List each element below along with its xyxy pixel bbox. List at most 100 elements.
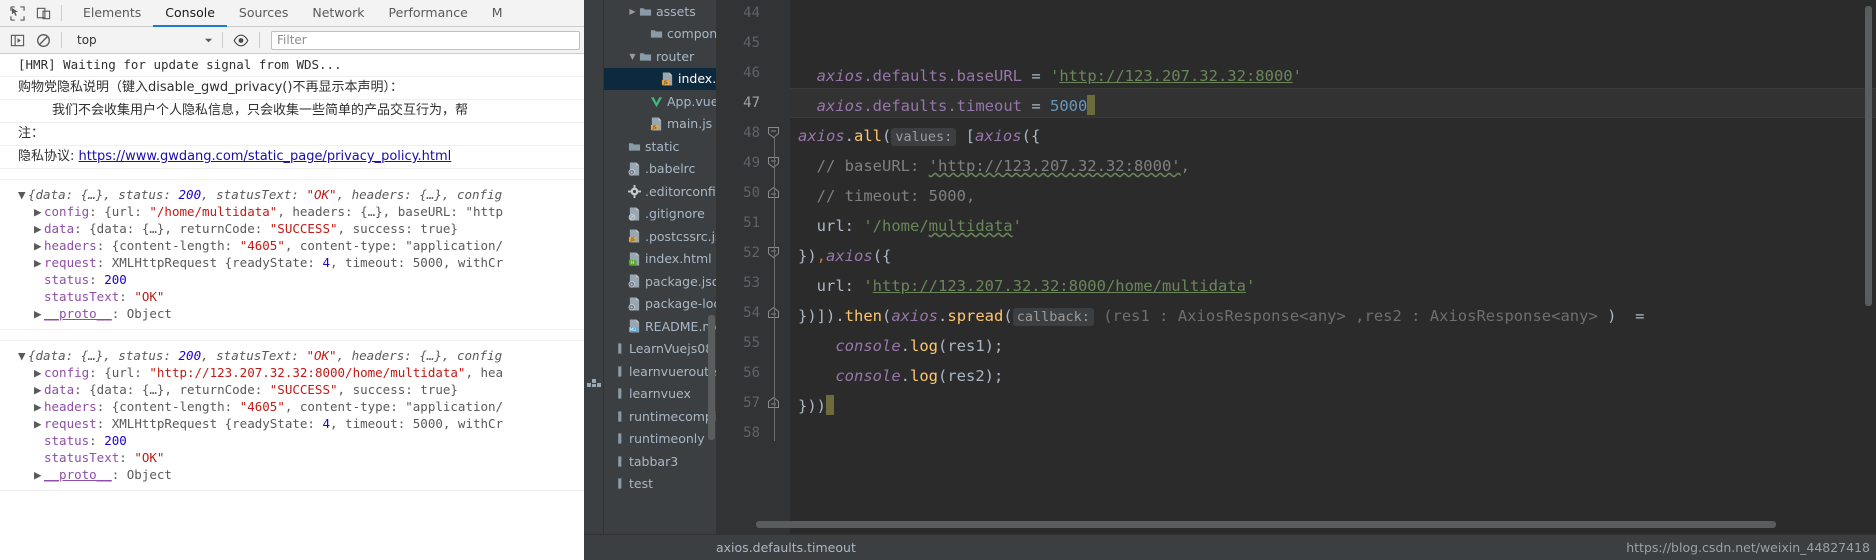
console-message-hmr[interactable]: [HMR] Waiting for update signal from WDS… [0, 54, 584, 77]
tree-item-app-vue[interactable]: App.vue [604, 90, 716, 113]
tree-item-static[interactable]: static [604, 135, 716, 158]
console-object-group[interactable]: ▼ {data: {…}, status: 200, statusText: "O… [0, 180, 584, 330]
editor-code-area[interactable]: axios.defaults.baseURL = 'http://123.207… [790, 0, 1876, 560]
editor-gutter[interactable]: 44 45 46 47 48 49 50 51 52 53 54 55 56 57 58 [716, 0, 790, 560]
tree-item-postcssrc-js[interactable]: JS .postcssrc.js [604, 225, 716, 248]
tree-item-readme-md[interactable]: MD README.md [604, 315, 716, 338]
project-tree[interactable]: ▶ assets components ▼ router JS index.js App.vu… [604, 0, 716, 560]
object-property-row[interactable]: ▶ __proto__: Object [0, 305, 584, 322]
code-line[interactable]: })]).then(axios.spread(callback: (res1 :… [798, 301, 1644, 332]
object-property-row[interactable]: ▶ request: XMLHttpRequest {readyState: 4,… [0, 254, 584, 271]
inspect-element-icon[interactable] [4, 2, 30, 24]
console-message-list[interactable]: [HMR] Waiting for update signal from WDS… [0, 54, 584, 491]
code-line[interactable]: })) [798, 391, 834, 421]
console-object-group[interactable]: ▼ {data: {…}, status: 200, statusText: "O… [0, 341, 584, 491]
code-line[interactable]: console.log(res1); [798, 331, 1003, 361]
line-number[interactable]: 53 [743, 275, 760, 291]
object-property-row[interactable]: ▶ __proto__: Object [0, 466, 584, 483]
object-group-header[interactable]: ▼ {data: {…}, status: 200, statusText: "O… [0, 186, 584, 203]
code-token: ({ [1021, 127, 1041, 145]
tree-item-index-js[interactable]: JS index.js [604, 67, 716, 90]
tab-memory[interactable]: M [480, 0, 515, 27]
code-editor[interactable]: 44 45 46 47 48 49 50 51 52 53 54 55 56 57 58 axios.def… [716, 0, 1876, 560]
code-line[interactable]: axios.defaults.timeout = 5000 [798, 91, 1096, 121]
object-property-row[interactable]: ▶ data: {data: {…}, returnCode: "SUCCESS"… [0, 220, 584, 237]
object-property-row[interactable]: ▶ config: {url: "http://123.207.32.32:800… [0, 364, 584, 381]
tree-item-learnvuerouter[interactable]: learnvuerouter [604, 360, 716, 383]
tree-item-assets[interactable]: ▶ assets [604, 0, 716, 23]
live-expression-icon[interactable] [228, 29, 254, 51]
code-line[interactable]: // baseURL: 'http://123.207.32.32:8000', [798, 151, 1190, 181]
console-message[interactable]: 我们不会收集用户个人隐私信息，只会收集一些简单的产品交互行为，帮 [0, 100, 584, 123]
tab-elements[interactable]: Elements [71, 0, 153, 27]
tree-item-gitignore[interactable]: .gitignore [604, 203, 716, 226]
line-number[interactable]: 44 [743, 5, 760, 21]
console-filter-input[interactable] [271, 30, 580, 50]
editor-vertical-scrollbar[interactable] [1865, 6, 1872, 306]
chevron-down-icon[interactable]: ▼ [626, 52, 639, 61]
console-message[interactable]: 注： [0, 123, 584, 146]
tree-item-editorconfig[interactable]: .editorconfig [604, 180, 716, 203]
chevron-right-icon[interactable]: ▶ [626, 7, 639, 16]
code-line[interactable]: }),axios({ [798, 241, 891, 271]
tree-item-test[interactable]: test [604, 473, 716, 496]
privacy-policy-link[interactable]: https://www.gwdang.com/static_page/priva… [79, 149, 452, 164]
tree-scrollbar[interactable] [708, 315, 715, 440]
object-property-row[interactable]: status: 200 [0, 432, 584, 449]
code-line[interactable]: // timeout: 5000, [798, 181, 976, 211]
object-property-row[interactable]: ▶ headers: {content-length: "4605", conte… [0, 237, 584, 254]
line-number[interactable]: 56 [743, 365, 760, 381]
line-number[interactable]: 57 [743, 395, 760, 411]
object-property-row[interactable]: status: 200 [0, 271, 584, 288]
tab-console[interactable]: Console [153, 0, 227, 27]
code-line[interactable]: url: 'http://123.207.32.32:8000/home/mul… [798, 271, 1256, 301]
editor-horizontal-scrollbar[interactable] [756, 521, 1776, 528]
line-number[interactable]: 46 [743, 65, 760, 81]
code-line[interactable]: console.log(res2); [798, 361, 1003, 391]
code-line[interactable]: axios.all(values: [axios({ [798, 121, 1040, 152]
object-property-row[interactable]: ▶ data: {data: {…}, returnCode: "SUCCESS"… [0, 381, 584, 398]
tree-item-package-lock-jso[interactable]: package-lock.jso [604, 293, 716, 316]
clear-console-icon[interactable] [30, 29, 56, 51]
tab-network[interactable]: Network [300, 0, 376, 27]
tree-item-components[interactable]: components [604, 23, 716, 46]
console-message-privacy-link[interactable]: 隐私协议: https://www.gwdang.com/static_page… [0, 146, 584, 169]
module-icon [617, 410, 625, 423]
object-group-header[interactable]: ▼ {data: {…}, status: 200, statusText: "O… [0, 347, 584, 364]
object-property-row[interactable]: ▶ request: XMLHttpRequest {readyState: 4,… [0, 415, 584, 432]
line-number[interactable]: 48 [743, 125, 760, 141]
object-property-row[interactable]: statusText: "OK" [0, 288, 584, 305]
code-line[interactable]: url: '/home/multidata' [798, 211, 1022, 241]
console-message[interactable]: 购物党隐私说明（键入disable_gwd_privacy()不再显示本声明）： [0, 77, 584, 100]
structure-grid-icon[interactable] [587, 375, 601, 389]
code-line[interactable]: axios.defaults.baseURL = 'http://123.207… [798, 61, 1302, 91]
line-number[interactable]: 45 [743, 35, 760, 51]
line-number[interactable]: 58 [743, 425, 760, 441]
line-number[interactable]: 47 [743, 95, 760, 111]
show-console-sidebar-icon[interactable] [4, 29, 30, 51]
object-property-row[interactable]: ▶ config: {url: "/home/multidata", header… [0, 203, 584, 220]
tree-item-babelrc[interactable]: .babelrc [604, 158, 716, 181]
tree-item-tabbar3[interactable]: tabbar3 [604, 450, 716, 473]
tree-item-package-json[interactable]: package.json [604, 270, 716, 293]
line-number[interactable]: 50 [743, 185, 760, 201]
line-number[interactable]: 54 [743, 305, 760, 321]
console-context-selector[interactable]: top [69, 31, 217, 50]
tree-item-main-js[interactable]: JS main.js [604, 113, 716, 136]
tab-performance[interactable]: Performance [377, 0, 480, 27]
object-property-row[interactable]: statusText: "OK" [0, 449, 584, 466]
line-number[interactable]: 49 [743, 155, 760, 171]
object-property-row[interactable]: ▶ headers: {content-length: "4605", conte… [0, 398, 584, 415]
line-number[interactable]: 55 [743, 335, 760, 351]
tree-item-runtimeonly[interactable]: runtimeonly [604, 428, 716, 451]
row-spacer [34, 449, 44, 466]
tree-item-learnvuex[interactable]: learnvuex [604, 383, 716, 406]
tree-item-runtimecompiler[interactable]: runtimecompiler [604, 405, 716, 428]
tree-item-router[interactable]: ▼ router [604, 45, 716, 68]
tree-item-index-html[interactable]: Hindex.html [604, 248, 716, 271]
tree-item-learnvuejs08[interactable]: LearnVuejs08 [604, 338, 716, 361]
line-number[interactable]: 52 [743, 245, 760, 261]
device-toolbar-icon[interactable] [30, 2, 56, 24]
tab-sources[interactable]: Sources [227, 0, 300, 27]
line-number[interactable]: 51 [743, 215, 760, 231]
